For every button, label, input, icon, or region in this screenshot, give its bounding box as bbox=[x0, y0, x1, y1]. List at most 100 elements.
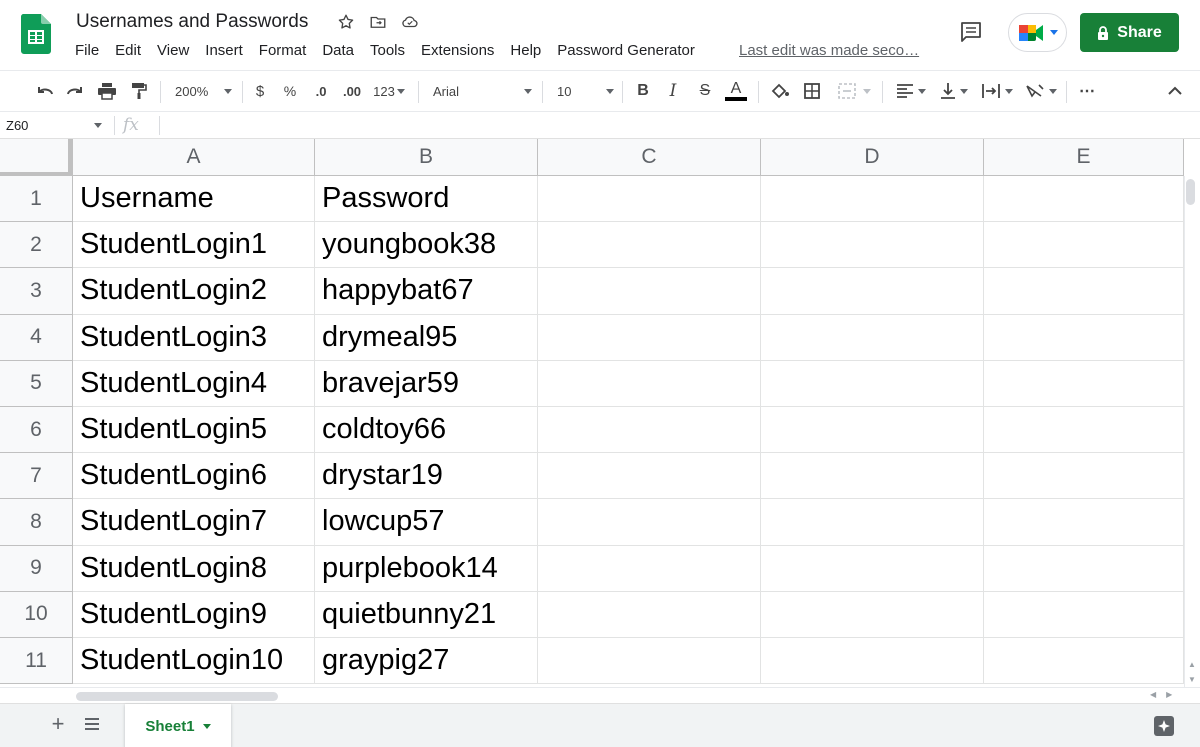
cell-e7[interactable] bbox=[984, 453, 1184, 500]
menu-tools[interactable]: Tools bbox=[370, 42, 405, 59]
menu-edit[interactable]: Edit bbox=[115, 42, 141, 59]
cell-e3[interactable] bbox=[984, 268, 1184, 315]
cell-e5[interactable] bbox=[984, 360, 1184, 407]
row-header[interactable]: 8 bbox=[0, 499, 73, 546]
row-header[interactable]: 2 bbox=[0, 222, 73, 269]
row-header[interactable]: 6 bbox=[0, 407, 73, 454]
cell-a7[interactable]: StudentLogin6 bbox=[73, 453, 315, 500]
row-header[interactable]: 4 bbox=[0, 314, 73, 361]
star-icon[interactable] bbox=[335, 11, 357, 33]
cell-b11[interactable]: graypig27 bbox=[315, 638, 538, 685]
strikethrough-button[interactable]: S bbox=[694, 79, 716, 103]
cell-d8[interactable] bbox=[761, 499, 984, 546]
explore-icon[interactable] bbox=[1151, 713, 1177, 739]
cell-e10[interactable] bbox=[984, 591, 1184, 638]
column-header-e[interactable]: E bbox=[984, 139, 1184, 176]
vertical-scroll-arrows[interactable]: ▲ ▼ bbox=[1184, 657, 1200, 687]
italic-button[interactable]: I bbox=[662, 79, 684, 103]
all-sheets-icon[interactable] bbox=[80, 712, 104, 736]
cell-c9[interactable] bbox=[538, 545, 761, 592]
cell-c8[interactable] bbox=[538, 499, 761, 546]
redo-icon[interactable] bbox=[62, 79, 88, 103]
font-size-select[interactable]: 10 bbox=[552, 79, 614, 103]
cell-d9[interactable] bbox=[761, 545, 984, 592]
cell-a11[interactable]: StudentLogin10 bbox=[73, 638, 315, 685]
cell-b6[interactable]: coldtoy66 bbox=[315, 407, 538, 454]
vertical-align-icon[interactable] bbox=[936, 79, 972, 103]
cell-d11[interactable] bbox=[761, 638, 984, 685]
cell-b8[interactable]: lowcup57 bbox=[315, 499, 538, 546]
cell-a3[interactable]: StudentLogin2 bbox=[73, 268, 315, 315]
cell-c1[interactable] bbox=[538, 176, 761, 223]
font-family-select[interactable]: Arial bbox=[428, 79, 532, 103]
cell-b5[interactable]: bravejar59 bbox=[315, 360, 538, 407]
merge-cells-icon[interactable] bbox=[832, 79, 876, 103]
cell-c11[interactable] bbox=[538, 638, 761, 685]
cell-d7[interactable] bbox=[761, 453, 984, 500]
cloud-status-icon[interactable] bbox=[399, 11, 421, 33]
cell-a10[interactable]: StudentLogin9 bbox=[73, 591, 315, 638]
print-icon[interactable] bbox=[94, 79, 120, 103]
collapse-toolbar-icon[interactable] bbox=[1164, 79, 1186, 103]
cell-e9[interactable] bbox=[984, 545, 1184, 592]
cell-e11[interactable] bbox=[984, 638, 1184, 685]
cell-b7[interactable]: drystar19 bbox=[315, 453, 538, 500]
menu-insert[interactable]: Insert bbox=[205, 42, 243, 59]
name-box[interactable]: Z60 bbox=[0, 112, 110, 139]
more-formats-select[interactable]: 123 bbox=[370, 79, 408, 103]
row-header[interactable]: 7 bbox=[0, 453, 73, 500]
column-header-d[interactable]: D bbox=[761, 139, 984, 176]
vertical-scrollbar[interactable] bbox=[1184, 176, 1200, 687]
menu-help[interactable]: Help bbox=[510, 42, 541, 59]
cell-c7[interactable] bbox=[538, 453, 761, 500]
move-to-folder-icon[interactable] bbox=[367, 11, 389, 33]
cell-a6[interactable]: StudentLogin5 bbox=[73, 407, 315, 454]
cell-b10[interactable]: quietbunny21 bbox=[315, 591, 538, 638]
menu-password-generator[interactable]: Password Generator bbox=[557, 42, 695, 59]
cell-d10[interactable] bbox=[761, 591, 984, 638]
cell-a2[interactable]: StudentLogin1 bbox=[73, 222, 315, 269]
row-header[interactable]: 10 bbox=[0, 591, 73, 638]
column-header-c[interactable]: C bbox=[538, 139, 761, 176]
column-header-b[interactable]: B bbox=[315, 139, 538, 176]
cell-e2[interactable] bbox=[984, 222, 1184, 269]
cell-a8[interactable]: StudentLogin7 bbox=[73, 499, 315, 546]
bold-button[interactable]: B bbox=[632, 79, 654, 103]
scroll-down-icon[interactable]: ▼ bbox=[1188, 675, 1196, 684]
format-percent-button[interactable]: % bbox=[280, 79, 300, 103]
paint-format-icon[interactable] bbox=[126, 79, 152, 103]
more-options-button[interactable]: ⋯ bbox=[1074, 79, 1100, 103]
scroll-left-icon[interactable]: ◀ bbox=[1150, 690, 1156, 699]
cell-d5[interactable] bbox=[761, 360, 984, 407]
cell-c4[interactable] bbox=[538, 314, 761, 361]
format-currency-button[interactable]: $ bbox=[250, 79, 270, 103]
last-edit-link[interactable]: Last edit was made seco… bbox=[739, 42, 919, 59]
cell-e1[interactable] bbox=[984, 176, 1184, 223]
menu-file[interactable]: File bbox=[75, 42, 99, 59]
cell-d6[interactable] bbox=[761, 407, 984, 454]
scroll-up-icon[interactable]: ▲ bbox=[1188, 660, 1196, 669]
cell-c6[interactable] bbox=[538, 407, 761, 454]
scroll-right-icon[interactable]: ▶ bbox=[1166, 690, 1172, 699]
meet-button[interactable] bbox=[1008, 13, 1067, 52]
cell-a5[interactable]: StudentLogin4 bbox=[73, 360, 315, 407]
comments-button[interactable] bbox=[956, 18, 986, 46]
cell-b4[interactable]: drymeal95 bbox=[315, 314, 538, 361]
cell-d2[interactable] bbox=[761, 222, 984, 269]
borders-icon[interactable] bbox=[800, 79, 824, 103]
row-header[interactable]: 3 bbox=[0, 268, 73, 315]
add-sheet-icon[interactable]: + bbox=[46, 711, 70, 736]
cell-b3[interactable]: happybat67 bbox=[315, 268, 538, 315]
row-header[interactable]: 1 bbox=[0, 176, 73, 223]
sheet-tab-sheet1[interactable]: Sheet1 bbox=[125, 704, 231, 747]
cell-c2[interactable] bbox=[538, 222, 761, 269]
cell-a9[interactable]: StudentLogin8 bbox=[73, 545, 315, 592]
share-button[interactable]: Share bbox=[1080, 13, 1179, 52]
cell-a1[interactable]: Username bbox=[73, 176, 315, 223]
column-header-a[interactable]: A bbox=[73, 139, 315, 176]
vertical-scroll-thumb[interactable] bbox=[1186, 179, 1195, 205]
undo-icon[interactable] bbox=[32, 79, 58, 103]
menu-extensions[interactable]: Extensions bbox=[421, 42, 494, 59]
row-header[interactable]: 5 bbox=[0, 360, 73, 407]
fill-color-icon[interactable] bbox=[768, 79, 792, 103]
